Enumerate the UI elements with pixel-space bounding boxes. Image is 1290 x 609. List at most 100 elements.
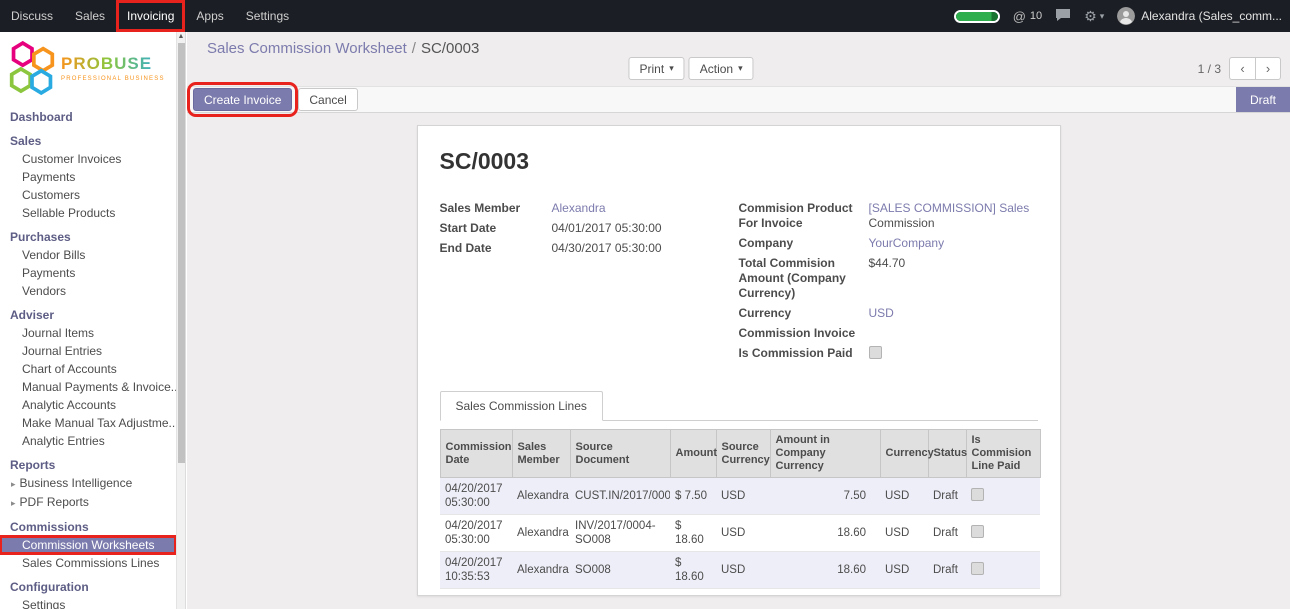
company-link[interactable]: YourCompany bbox=[869, 236, 945, 250]
probuse-logo: PROBUSE PROFESSIONAL BUSINESS bbox=[0, 32, 185, 102]
cell-source-currency: USD bbox=[716, 552, 770, 589]
main-area: Sales Commission Worksheet / SC/0003 Print… bbox=[187, 32, 1290, 609]
table-row[interactable]: 04/20/2017 05:30:00 Alexandra INV/2017/0… bbox=[440, 515, 1040, 552]
cell-date: 04/20/2017 10:35:53 bbox=[440, 552, 512, 589]
sidebar-section-configuration[interactable]: Configuration bbox=[0, 577, 176, 596]
debug-menu-button[interactable]: ⚙ ▾ bbox=[1084, 8, 1104, 25]
sidebar-item-payments-sales[interactable]: Payments bbox=[0, 168, 176, 186]
sidebar-item-commission-worksheets[interactable]: Commission Worksheets bbox=[0, 536, 176, 554]
commission-product-rest: Commission bbox=[869, 216, 935, 230]
sidebar-item-analytic-entries[interactable]: Analytic Entries bbox=[0, 432, 176, 450]
sidebar-item-journal-items[interactable]: Journal Items bbox=[0, 324, 176, 342]
sidebar-section-sales[interactable]: Sales bbox=[0, 131, 176, 150]
gear-icon: ⚙ bbox=[1084, 8, 1097, 25]
sidebar-item-customers[interactable]: Customers bbox=[0, 186, 176, 204]
chat-icon[interactable] bbox=[1055, 8, 1071, 25]
commission-invoice-label: Commission Invoice bbox=[739, 326, 857, 341]
total-commission-label: Total Commision Amount (Company Currency… bbox=[739, 256, 857, 301]
scrollbar-thumb[interactable] bbox=[178, 43, 185, 463]
sidebar-item-vendor-bills[interactable]: Vendor Bills bbox=[0, 246, 176, 264]
line-paid-checkbox bbox=[971, 525, 984, 538]
is-commission-paid-checkbox bbox=[869, 346, 882, 359]
brand-name: PROBUSE bbox=[61, 54, 165, 74]
menu-apps[interactable]: Apps bbox=[185, 0, 234, 32]
sales-member-link[interactable]: Alexandra bbox=[552, 201, 606, 215]
total-commission-value: $44.70 bbox=[869, 256, 1038, 301]
sidebar-item-analytic-accounts[interactable]: Analytic Accounts bbox=[0, 396, 176, 414]
cell-company-amount: 18.60 bbox=[770, 552, 880, 589]
cell-member: Alexandra bbox=[512, 552, 570, 589]
sidebar-scrollbar: ▲ bbox=[176, 32, 185, 609]
breadcrumb-separator: / bbox=[412, 40, 416, 57]
cancel-button[interactable]: Cancel bbox=[298, 88, 357, 111]
cell-currency: USD bbox=[880, 552, 928, 589]
commission-product-link[interactable]: [SALES COMMISSION] Sales bbox=[869, 201, 1030, 215]
currency-link[interactable]: USD bbox=[869, 306, 894, 320]
tab-sales-commission-lines[interactable]: Sales Commission Lines bbox=[440, 391, 603, 421]
expand-arrow-icon: ▸ bbox=[11, 498, 16, 508]
header-source-currency: Source Currency bbox=[716, 430, 770, 478]
header-amount-company-currency: Amount in Company Currency bbox=[770, 430, 880, 478]
header-status: Status bbox=[928, 430, 966, 478]
pager: 1 / 3 ‹› bbox=[1198, 57, 1281, 80]
sidebar-item-manual-payments-invoice[interactable]: Manual Payments & Invoice... bbox=[0, 378, 176, 396]
sidebar-section-adviser[interactable]: Adviser bbox=[0, 305, 176, 324]
sidebar-item-dashboard[interactable]: Dashboard bbox=[0, 107, 176, 126]
cell-status: Draft bbox=[928, 478, 966, 515]
cell-line-paid bbox=[966, 515, 1040, 552]
print-button[interactable]: Print ▾ bbox=[629, 57, 685, 80]
commission-lines-table: Commission Date Sales Member Source Docu… bbox=[440, 429, 1041, 589]
sidebar-item-vendors[interactable]: Vendors bbox=[0, 282, 176, 300]
cell-amount: $ 18.60 bbox=[670, 552, 716, 589]
scroll-up-icon[interactable]: ▲ bbox=[177, 32, 185, 42]
sidebar-item-label: PDF Reports bbox=[20, 495, 89, 509]
pager-next-button[interactable]: › bbox=[1255, 57, 1281, 80]
sidebar-item-chart-of-accounts[interactable]: Chart of Accounts bbox=[0, 360, 176, 378]
sidebar-item-settings[interactable]: Settings bbox=[0, 596, 176, 609]
cell-source-currency: USD bbox=[716, 478, 770, 515]
cell-document: SO008 bbox=[570, 552, 670, 589]
menu-settings[interactable]: Settings bbox=[235, 0, 300, 32]
sidebar-section-purchases[interactable]: Purchases bbox=[0, 227, 176, 246]
commission-invoice-value bbox=[869, 326, 1038, 341]
sidebar-item-pdf-reports[interactable]: ▸ PDF Reports bbox=[0, 493, 176, 512]
table-row[interactable]: 04/20/2017 10:35:53 Alexandra SO008 $ 18… bbox=[440, 552, 1040, 589]
breadcrumb-current: SC/0003 bbox=[421, 40, 479, 57]
table-row[interactable]: 04/20/2017 05:30:00 Alexandra CUST.IN/20… bbox=[440, 478, 1040, 515]
menu-discuss[interactable]: Discuss bbox=[0, 0, 64, 32]
sidebar-section-reports[interactable]: Reports bbox=[0, 455, 176, 474]
header-amount: Amount bbox=[670, 430, 716, 478]
systray: @ 10 ⚙ ▾ Alexandra (Sales_comm... bbox=[954, 7, 1290, 25]
cell-status: Draft bbox=[928, 515, 966, 552]
record-title: SC/0003 bbox=[440, 148, 1038, 175]
create-invoice-button[interactable]: Create Invoice bbox=[193, 88, 292, 111]
sidebar: PROBUSE PROFESSIONAL BUSINESS Dashboard … bbox=[0, 32, 186, 609]
sidebar-item-journal-entries[interactable]: Journal Entries bbox=[0, 342, 176, 360]
sidebar-item-payments-purchases[interactable]: Payments bbox=[0, 264, 176, 282]
breadcrumb-parent[interactable]: Sales Commission Worksheet bbox=[207, 40, 407, 57]
control-panel-buttons: Print ▾ Action ▾ bbox=[629, 57, 754, 80]
action-button[interactable]: Action ▾ bbox=[689, 57, 754, 80]
header-sales-member: Sales Member bbox=[512, 430, 570, 478]
pager-previous-button[interactable]: ‹ bbox=[1229, 57, 1255, 80]
sidebar-item-customer-invoices[interactable]: Customer Invoices bbox=[0, 150, 176, 168]
cell-member: Alexandra bbox=[512, 478, 570, 515]
sidebar-section-commissions[interactable]: Commissions bbox=[0, 517, 176, 536]
sidebar-item-business-intelligence[interactable]: ▸Business Intelligence bbox=[0, 474, 176, 493]
planner-progress-icon[interactable] bbox=[954, 10, 1000, 23]
cell-line-paid bbox=[966, 478, 1040, 515]
sidebar-item-sales-commissions-lines[interactable]: Sales Commissions Lines bbox=[0, 554, 176, 572]
brand-tagline: PROFESSIONAL BUSINESS bbox=[61, 76, 165, 82]
activities-button[interactable]: @ 10 bbox=[1013, 9, 1042, 24]
menu-invoicing[interactable]: Invoicing bbox=[116, 0, 185, 32]
field-group-right: Commision Product For Invoice [SALES COM… bbox=[739, 201, 1038, 363]
user-menu[interactable]: Alexandra (Sales_comm... bbox=[1117, 7, 1282, 25]
sidebar-item-make-manual-tax-adjustments[interactable]: Make Manual Tax Adjustme... bbox=[0, 414, 176, 432]
menu-sales[interactable]: Sales bbox=[64, 0, 116, 32]
sidebar-item-sellable-products[interactable]: Sellable Products bbox=[0, 204, 176, 222]
end-date-value: 04/30/2017 05:30:00 bbox=[552, 241, 715, 256]
line-paid-checkbox bbox=[971, 488, 984, 501]
start-date-value: 04/01/2017 05:30:00 bbox=[552, 221, 715, 236]
caret-down-icon: ▾ bbox=[1100, 11, 1105, 22]
commission-product-value: [SALES COMMISSION] Sales Commission bbox=[869, 201, 1038, 231]
